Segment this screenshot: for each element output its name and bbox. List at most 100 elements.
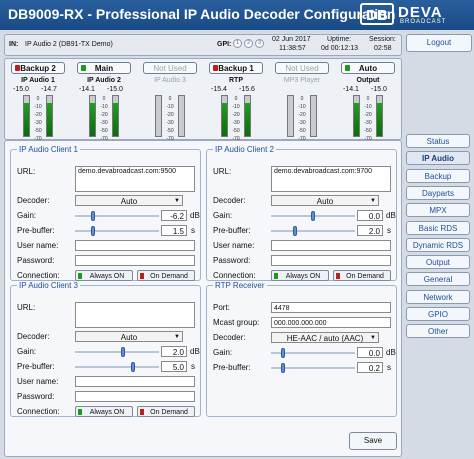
rtp-prebuffer-slider[interactable] — [271, 363, 355, 373]
client-1-url-input[interactable]: demo.devabroadcast.com:9500 — [75, 166, 195, 192]
rtp-receiver: RTP Receiver Port: 4478 Mcast group: 000… — [206, 281, 397, 417]
slider-knob[interactable] — [293, 226, 297, 236]
sidebar-item-basic-rds[interactable]: Basic RDS — [406, 220, 470, 235]
meter-scale-tick: -10 — [232, 104, 240, 110]
client-3-prebuffer-slider[interactable] — [75, 362, 159, 372]
source-priority-label: Not Used — [153, 64, 187, 73]
logout-button[interactable]: Logout — [406, 34, 472, 52]
client-3-decoder-select[interactable]: Auto ▼ — [75, 331, 183, 342]
slider-knob[interactable] — [131, 362, 135, 372]
client-3-url-input[interactable] — [75, 302, 195, 328]
client-3-prebuffer-input[interactable]: 5.0 — [161, 361, 187, 372]
client-2-prebuffer-input[interactable]: 2.0 — [357, 225, 383, 236]
client-3-password-input[interactable] — [75, 391, 195, 402]
level-bar-right — [376, 95, 383, 137]
client-3-gain-slider[interactable] — [75, 347, 159, 357]
url-label: URL: — [17, 303, 36, 312]
rtp-port-input[interactable]: 4478 — [271, 302, 391, 313]
title-bar: DB9009-RX - Professional IP Audio Decode… — [0, 0, 474, 30]
source-priority-button[interactable]: Main — [77, 62, 131, 74]
level-left-value: -14.1 — [343, 86, 359, 93]
slider-knob[interactable] — [121, 347, 125, 357]
sidebar-item-general[interactable]: General — [406, 272, 470, 287]
meter-scale-tick: -10 — [34, 104, 42, 110]
client-2-gain-input[interactable]: 0.0 — [357, 210, 383, 221]
always-on-label: Always ON — [89, 409, 125, 416]
client-1-gain-input[interactable]: -6.2 — [161, 210, 187, 221]
dropdown-arrow-icon: ▼ — [370, 335, 376, 341]
deva-logo: DB DEVA BROADCAST — [360, 3, 470, 27]
logo-mark: DB — [360, 3, 394, 25]
rtp-gain-slider[interactable] — [271, 348, 355, 358]
source-priority-button[interactable]: Backup 2 — [11, 62, 65, 74]
rtp-prebuffer-input[interactable]: 0.2 — [357, 362, 383, 373]
client-2-on-demand-button[interactable]: On Demand — [333, 270, 391, 281]
sidebar-item-dynamic-rds[interactable]: Dynamic RDS — [406, 237, 470, 252]
rtp-mcast-input[interactable]: 000.000.000.000 — [271, 317, 391, 328]
level-bar-left — [89, 95, 96, 137]
level-fill — [24, 102, 29, 136]
sidebar-item-status[interactable]: Status — [406, 134, 470, 148]
client-2-gain-slider[interactable] — [271, 211, 355, 221]
client-1-gain-slider[interactable] — [75, 211, 159, 221]
connection-label: Connection: — [17, 407, 60, 416]
sidebar-item-other[interactable]: Other — [406, 324, 470, 339]
rtp-decoder-select[interactable]: HE-AAC / auto (AAC) ▼ — [271, 332, 379, 343]
input-value: IP Audio 2 (DB91-TX Demo) — [25, 41, 113, 48]
sidebar-item-backup[interactable]: Backup — [406, 168, 470, 183]
sidebar-item-output[interactable]: Output — [406, 255, 470, 270]
client-1-always-on-button[interactable]: Always ON — [75, 270, 133, 281]
client-1-legend: IP Audio Client 1 — [19, 145, 79, 154]
client-1-decoder-select[interactable]: Auto ▼ — [75, 195, 183, 206]
led-icon — [81, 65, 86, 71]
meter-label: IP Audio 2 — [87, 77, 121, 84]
slider-knob[interactable] — [91, 211, 95, 221]
rtp-gain-input[interactable]: 0.0 — [357, 347, 383, 358]
db-unit: dB — [190, 211, 200, 220]
meter-scale-tick: 0 — [366, 96, 370, 102]
source-priority-button[interactable]: Not Used — [275, 62, 329, 74]
source-priority-button[interactable]: Not Used — [143, 62, 197, 74]
client-2-password-input[interactable] — [271, 255, 391, 266]
sidebar-item-ip-audio[interactable]: IP Audio — [406, 151, 470, 166]
sidebar-item-dayparts[interactable]: Dayparts — [406, 185, 470, 200]
client-2-always-on-button[interactable]: Always ON — [271, 270, 329, 281]
client-2-decoder-select[interactable]: Auto ▼ — [271, 195, 379, 206]
sidebar-item-network[interactable]: Network — [406, 289, 470, 304]
slider-knob[interactable] — [281, 348, 285, 358]
level-left-value: -15.0 — [13, 86, 29, 93]
slider-knob[interactable] — [311, 211, 315, 221]
client-1-on-demand-button[interactable]: On Demand — [137, 270, 195, 281]
meter-scale: 0 -10 -20 -30 -50 -70 — [163, 95, 177, 143]
meter-scale-tick: -50 — [34, 128, 42, 134]
meter-scale-tick: 0 — [102, 96, 106, 102]
source-priority-label: Main — [94, 64, 114, 73]
sidebar-item-mpx[interactable]: MPX — [406, 203, 470, 218]
level-bar-right — [178, 95, 185, 137]
client-3-gain-input[interactable]: 2.0 — [161, 346, 187, 357]
client-1-prebuffer-input[interactable]: 1.5 — [161, 225, 187, 236]
client-1-username-input[interactable] — [75, 240, 195, 251]
source-priority-button[interactable]: Auto — [341, 62, 395, 74]
current-date: 02 Jun 2017 — [272, 36, 311, 43]
meter-label: IP Audio 3 — [154, 77, 186, 84]
client-3-on-demand-button[interactable]: On Demand — [137, 406, 195, 417]
decoder-label: Decoder: — [213, 333, 246, 342]
meter-scale: 0 -10 -20 -30 -50 -70 — [97, 95, 111, 143]
client-2-prebuffer-slider[interactable] — [271, 226, 355, 236]
client-1-prebuffer-slider[interactable] — [75, 226, 159, 236]
save-button[interactable]: Save — [349, 432, 397, 450]
source-priority-button[interactable]: Backup 1 — [209, 62, 263, 74]
decoder-label: Decoder: — [17, 196, 50, 205]
sidebar-item-gpio[interactable]: GPIO — [406, 307, 470, 321]
client-2-url-input[interactable]: demo.devabroadcast.com:9700 — [271, 166, 391, 192]
client-1-password-input[interactable] — [75, 255, 195, 266]
slider-knob[interactable] — [91, 226, 95, 236]
slider-knob[interactable] — [281, 363, 285, 373]
client-3-username-input[interactable] — [75, 376, 195, 387]
page-title: DB9009-RX - Professional IP Audio Decode… — [8, 6, 396, 22]
client-3-always-on-button[interactable]: Always ON — [75, 406, 133, 417]
meter-scale: 0 -10 -20 -30 -50 -70 — [295, 95, 309, 143]
client-2-username-input[interactable] — [271, 240, 391, 251]
level-bar-left — [221, 95, 228, 137]
